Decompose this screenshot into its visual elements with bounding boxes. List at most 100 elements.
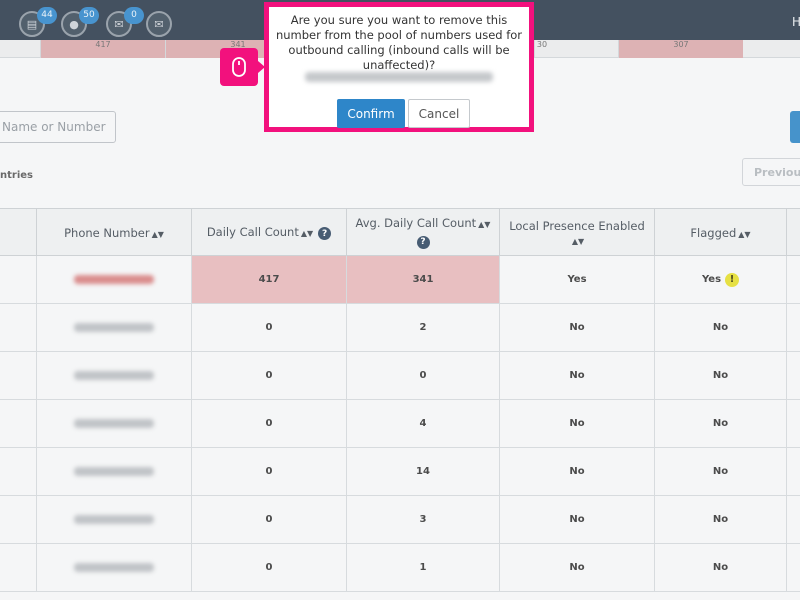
avg-count-cell: 341 (346, 256, 499, 303)
flagged-cell: Yes! (654, 256, 786, 303)
phone-number-cell (36, 544, 191, 591)
header-label: Flagged (690, 225, 737, 240)
table-row[interactable]: 0 2 No No (0, 304, 800, 352)
daily-count-cell: 0 (191, 496, 346, 543)
chat-icon-glyph: ● (69, 17, 79, 31)
entries-label: ntries (0, 170, 33, 181)
reports-icon[interactable]: ▤ 44 (19, 7, 57, 37)
extra-cell (786, 400, 800, 447)
redacted-number-label (305, 72, 493, 82)
help-icon[interactable]: ? (416, 235, 430, 249)
local-presence-cell: No (499, 400, 654, 447)
reports-badge: 44 (37, 7, 57, 24)
flagged-cell: No (654, 400, 786, 447)
strip-value: 307 (673, 40, 689, 49)
redacted-number (74, 563, 154, 572)
sort-icon: ▲▼ (738, 229, 751, 239)
header-avg-daily-call-count[interactable]: Avg. Daily Call Count ▲▼ ? (346, 209, 499, 256)
redacted-number (74, 275, 154, 284)
strip-cell-daily: 417 (40, 40, 165, 58)
sort-icon: ▲▼ (571, 236, 585, 246)
mail-badge: 0 (124, 7, 144, 24)
extra-cell (786, 448, 800, 495)
help-icon[interactable]: ? (318, 227, 332, 241)
sort-icon: ▲▼ (478, 220, 491, 230)
user-menu[interactable]: H (792, 15, 800, 29)
daily-count-cell: 0 (191, 352, 346, 399)
daily-count-cell: 0 (191, 544, 346, 591)
header-col-0 (0, 209, 36, 256)
row-select-cell[interactable] (0, 400, 36, 447)
daily-count-cell: 417 (191, 256, 346, 303)
local-presence-cell: No (499, 352, 654, 399)
avg-count-cell: 3 (346, 496, 499, 543)
search-input[interactable]: Name or Number (0, 111, 116, 143)
extra-cell (786, 256, 800, 303)
header-label: Phone Number (64, 225, 150, 240)
mail-icon[interactable]: ✉ 0 (106, 7, 144, 37)
phone-number-cell (36, 352, 191, 399)
header-daily-call-count[interactable]: Daily Call Count ▲▼? (191, 209, 346, 256)
search-placeholder: Name or Number (2, 120, 106, 134)
row-select-cell[interactable] (0, 352, 36, 399)
dialog-message: Are you sure you want to remove this num… (275, 13, 523, 72)
user-initial: H (792, 15, 800, 29)
chat-icon[interactable]: ● 50 (61, 7, 99, 37)
local-presence-cell: No (499, 304, 654, 351)
add-number-button[interactable] (790, 111, 800, 143)
extra-cell (786, 544, 800, 591)
table-row[interactable]: 0 4 No No (0, 400, 800, 448)
phone-number-cell (36, 400, 191, 447)
header-phone-number[interactable]: Phone Number ▲▼ (36, 209, 191, 256)
phone-number-cell (36, 304, 191, 351)
extra-cell (786, 496, 800, 543)
confirm-button[interactable]: Confirm (337, 99, 405, 128)
strip-value: 30 (536, 40, 548, 49)
redacted-number (74, 467, 154, 476)
flagged-cell: No (654, 496, 786, 543)
header-col-extra (786, 209, 800, 256)
previous-page-button[interactable]: Previous (742, 158, 800, 186)
header-flagged[interactable]: Flagged ▲▼ (654, 209, 786, 256)
table-row[interactable]: 0 0 No No (0, 352, 800, 400)
avg-count-cell: 14 (346, 448, 499, 495)
strip-cell-3: 30 (534, 40, 549, 58)
row-select-cell[interactable] (0, 544, 36, 591)
redacted-number (74, 515, 154, 524)
table-row[interactable]: 0 14 No No (0, 448, 800, 496)
remove-number-dialog: Are you sure you want to remove this num… (264, 2, 534, 132)
mail-icon-glyph: ✉ (114, 17, 124, 31)
row-select-cell[interactable] (0, 448, 36, 495)
table-row[interactable]: 0 1 No No (0, 544, 800, 592)
strip-value: 417 (95, 40, 111, 49)
row-select-cell[interactable] (0, 256, 36, 303)
sort-icon: ▲▼ (151, 229, 164, 239)
cancel-button[interactable]: Cancel (408, 99, 470, 128)
header-local-presence[interactable]: Local Presence Enabled ▲▼ (499, 209, 654, 256)
phone-number-cell (36, 496, 191, 543)
inbox-icon[interactable]: ✉ (146, 11, 172, 37)
row-select-cell[interactable] (0, 304, 36, 351)
numbers-table: Phone Number ▲▼ Daily Call Count ▲▼? Avg. … (0, 208, 800, 600)
warning-icon: ! (725, 272, 740, 287)
daily-count-cell: 0 (191, 448, 346, 495)
row-select-cell[interactable] (0, 496, 36, 543)
redacted-number (74, 371, 154, 380)
daily-count-cell: 0 (191, 304, 346, 351)
flagged-cell: No (654, 304, 786, 351)
previous-label: Previous (754, 166, 800, 179)
flagged-cell: No (654, 448, 786, 495)
header-label: Local Presence Enabled (509, 218, 645, 233)
local-presence-cell: No (499, 544, 654, 591)
redacted-number (74, 323, 154, 332)
sort-icon: ▲▼ (300, 228, 314, 238)
table-row[interactable]: 0 3 No No (0, 496, 800, 544)
daily-count-cell: 0 (191, 400, 346, 447)
table-row[interactable]: 417 341 Yes Yes! (0, 256, 800, 304)
mouse-icon (232, 57, 246, 77)
phone-number-cell (36, 256, 191, 303)
extra-cell (786, 304, 800, 351)
table-header: Phone Number ▲▼ Daily Call Count ▲▼? Avg. … (0, 208, 800, 256)
phone-number-cell (36, 448, 191, 495)
flagged-value: Yes (701, 274, 722, 285)
